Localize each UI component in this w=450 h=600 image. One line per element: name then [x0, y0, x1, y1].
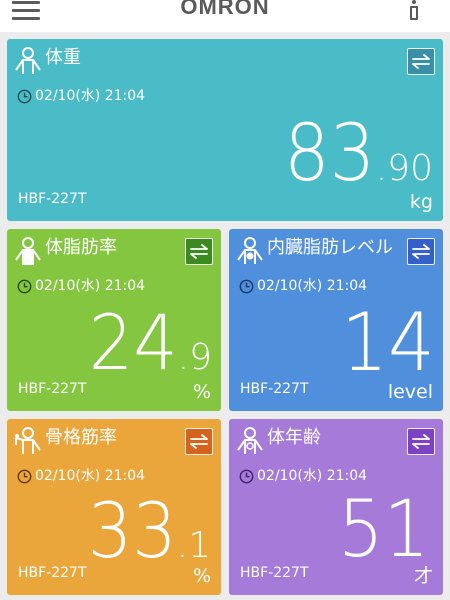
visceral-fat-card[interactable]: 内臓脂肪レベル 02/10(水) 21:04 14 HBF-227T level: [229, 229, 443, 411]
device-model: HBF-227T: [240, 565, 309, 581]
clock-icon: [239, 279, 254, 294]
measurement-value: 51: [337, 485, 429, 575]
person-icon: [15, 47, 41, 74]
top-bar: OMRON: [0, 0, 450, 32]
swap-icon[interactable]: [185, 428, 213, 455]
info-icon[interactable]: [406, 0, 422, 22]
card-title: 体重: [45, 47, 81, 68]
measurement-unit: level: [387, 381, 433, 403]
device-model: HBF-227T: [18, 191, 87, 207]
weight-card[interactable]: 体重 02/10(水) 21:04 83.90 HBF-227T kg: [7, 39, 443, 221]
swap-icon[interactable]: [407, 238, 435, 265]
measurement-value: 83.90: [284, 109, 433, 199]
swap-icon[interactable]: [185, 238, 213, 265]
device-model: HBF-227T: [240, 381, 309, 397]
person-fat-icon: [15, 237, 41, 265]
device-model: HBF-227T: [18, 565, 87, 581]
hamburger-menu-icon[interactable]: [12, 1, 46, 21]
measurement-unit: %: [192, 381, 211, 403]
clock-icon: [239, 469, 254, 484]
swap-icon[interactable]: [407, 48, 435, 75]
measurement-datetime: 02/10(水) 21:04: [35, 88, 146, 104]
card-title: 体脂肪率: [45, 237, 117, 258]
measurement-unit: %: [192, 565, 211, 587]
swap-icon[interactable]: [407, 428, 435, 455]
body-age-card[interactable]: 体年齢 02/10(水) 21:04 51 HBF-227T 才: [229, 419, 443, 595]
brand-logo: OMRON: [180, 0, 270, 19]
measurement-datetime: 02/10(水) 21:04: [257, 278, 368, 294]
clock-icon: [17, 89, 32, 104]
clock-icon: [17, 469, 32, 484]
measurement-datetime: 02/10(水) 21:04: [35, 468, 146, 484]
body-fat-card[interactable]: 体脂肪率 02/10(水) 21:04 24.9 HBF-227T %: [7, 229, 221, 411]
card-title: 内臓脂肪レベル: [267, 237, 393, 258]
measurement-datetime: 02/10(水) 21:04: [257, 468, 368, 484]
device-model: HBF-227T: [18, 381, 87, 397]
skeletal-muscle-card[interactable]: 骨格筋率 02/10(水) 21:04 33.1 HBF-227T %: [7, 419, 221, 595]
measurement-unit: kg: [409, 191, 433, 213]
person-age-icon: [237, 427, 263, 454]
clock-icon: [17, 279, 32, 294]
measurement-datetime: 02/10(水) 21:04: [35, 278, 146, 294]
card-title: 骨格筋率: [45, 427, 117, 448]
person-visceral-icon: [237, 237, 263, 264]
measurement-value: 33.1: [87, 486, 211, 575]
measurement-value: 14: [341, 296, 435, 389]
measurement-unit: 才: [413, 565, 433, 587]
person-muscle-icon: [15, 427, 41, 454]
measurement-value: 24.9: [88, 298, 212, 387]
card-title: 体年齢: [267, 427, 321, 448]
